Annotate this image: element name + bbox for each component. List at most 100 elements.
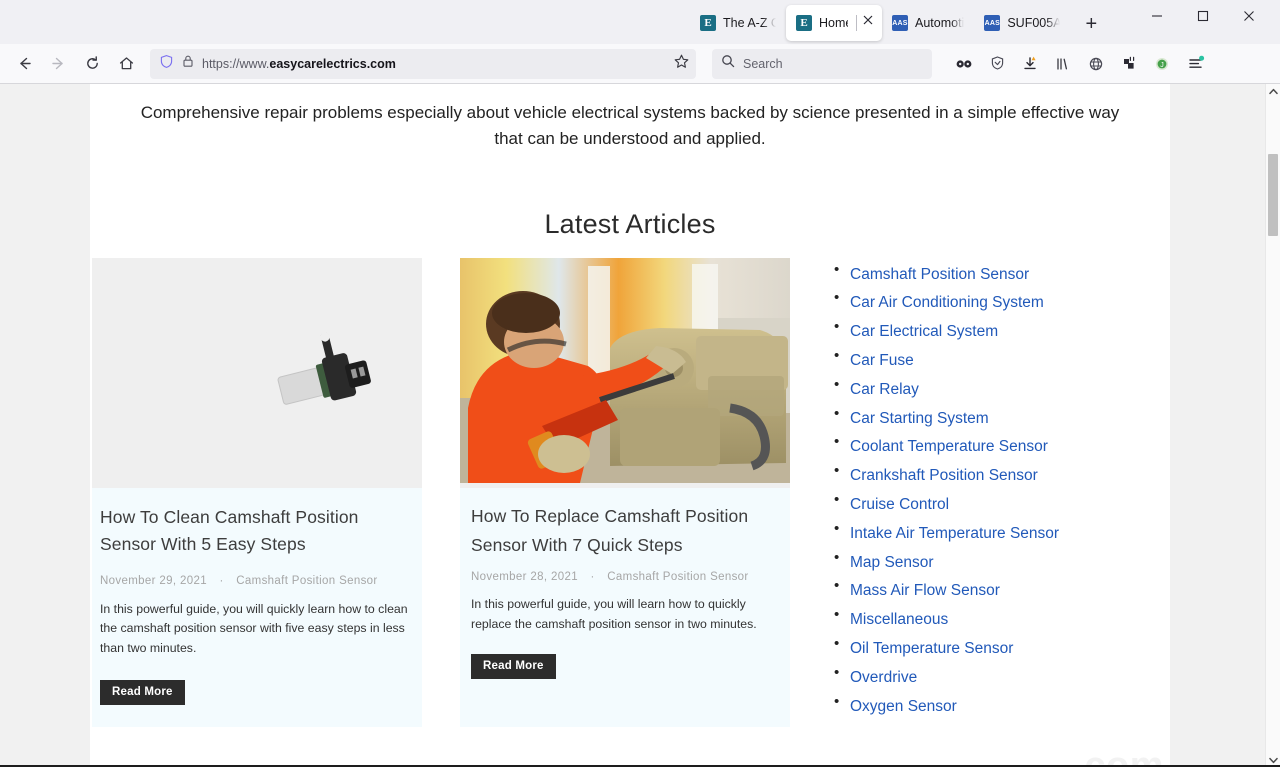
read-more-button[interactable]: Read More [471, 654, 556, 680]
article-card: How To Replace Camshaft Position Sensor … [460, 257, 790, 728]
svg-text:J: J [1160, 62, 1164, 69]
article-excerpt: In this powerful guide, you will learn h… [471, 597, 757, 631]
category-link[interactable]: Car Relay [850, 381, 919, 398]
tab-label: Automoti [915, 16, 965, 30]
page-viewport: Comprehensive repair problems especially… [0, 84, 1280, 767]
list-item: Car Electrical System [828, 318, 1128, 344]
article-body: How To Replace Camshaft Position Sensor … [460, 488, 790, 698]
meta-separator: · [219, 574, 224, 587]
articles-grid: How To Clean Camshaft Position Sensor Wi… [90, 240, 1170, 728]
shield-icon[interactable] [159, 54, 174, 74]
browser-window: E The A-Z C E Home | AAS Automoti AAS SU… [0, 0, 1280, 767]
category-link[interactable]: Overdrive [850, 669, 917, 686]
category-link[interactable]: Car Electrical System [850, 323, 998, 340]
tab-automotive[interactable]: AAS Automoti [882, 5, 974, 41]
category-list-items: Camshaft Position Sensor Car Air Conditi… [828, 261, 1128, 719]
search-icon [721, 54, 735, 73]
tab-suf005a0[interactable]: AAS SUF005A0 [974, 5, 1070, 41]
page-scroll-area: Comprehensive repair problems especially… [0, 84, 1265, 767]
list-item: Miscellaneous [828, 606, 1128, 632]
article-title[interactable]: How To Replace Camshaft Position Sensor … [471, 502, 780, 561]
category-link[interactable]: Crankshaft Position Sensor [850, 467, 1038, 484]
new-tab-button[interactable]: + [1076, 9, 1106, 39]
maximize-icon[interactable] [1180, 0, 1226, 32]
scroll-up-icon[interactable] [1266, 84, 1280, 98]
page-title: Latest Articles [544, 208, 716, 239]
shield-check-icon[interactable] [981, 49, 1013, 79]
tab-the-a-z-c[interactable]: E The A-Z C [690, 5, 786, 41]
close-icon[interactable] [1226, 0, 1272, 32]
lock-icon [181, 54, 195, 73]
url-bar[interactable]: https://www.easycarelectrics.com [150, 48, 696, 79]
category-link[interactable]: Miscellaneous [850, 611, 948, 628]
list-item: Overdrive [828, 664, 1128, 690]
back-arrow-icon[interactable] [8, 49, 40, 79]
category-link[interactable]: Map Sensor [850, 554, 934, 571]
reload-icon[interactable] [76, 49, 108, 79]
url-text[interactable]: https://www.easycarelectrics.com [202, 57, 666, 71]
article-date: November 29, 2021 [100, 574, 207, 587]
article-category[interactable]: Camshaft Position Sensor [607, 571, 748, 583]
globe-icon[interactable] [1080, 49, 1112, 79]
home-icon[interactable] [110, 49, 142, 79]
downloads-icon[interactable] [1014, 49, 1046, 79]
category-link[interactable]: Coolant Temperature Sensor [850, 438, 1048, 455]
article-thumbnail-mechanic-engine[interactable] [460, 257, 790, 488]
tab-home[interactable]: E Home | [786, 5, 882, 41]
tab-label: Home | [819, 16, 848, 30]
article-category[interactable]: Camshaft Position Sensor [236, 575, 377, 587]
account-icon[interactable]: J [1146, 49, 1178, 79]
list-item: Camshaft Position Sensor [828, 261, 1128, 287]
page-scrollbar[interactable] [1265, 84, 1280, 767]
article-meta: November 28, 2021 · Camshaft Position Se… [471, 571, 780, 583]
infinity-icon[interactable] [948, 49, 980, 79]
meta-separator: · [590, 571, 595, 584]
scrollbar-thumb[interactable] [1268, 154, 1278, 236]
category-link[interactable]: Intake Air Temperature Sensor [850, 525, 1059, 542]
toolbar-icons: J [948, 49, 1211, 79]
app-menu-icon[interactable] [1179, 49, 1211, 79]
list-item: Oil Temperature Sensor [828, 635, 1128, 661]
article-title[interactable]: How To Clean Camshaft Position Sensor Wi… [100, 504, 414, 559]
list-item: Oxygen Sensor [828, 693, 1128, 719]
article-excerpt: In this powerful guide, you will quickly… [100, 601, 408, 655]
search-input[interactable]: Search [743, 57, 783, 71]
forward-arrow-icon[interactable] [42, 49, 74, 79]
site-tagline: Comprehensive repair problems especially… [140, 103, 1120, 149]
category-link[interactable]: Oxygen Sensor [850, 698, 957, 715]
star-icon[interactable] [673, 53, 690, 75]
minimize-icon[interactable] [1134, 0, 1180, 32]
close-icon[interactable] [856, 15, 873, 31]
category-link[interactable]: Car Starting System [850, 410, 989, 427]
extensions-icon[interactable] [1113, 49, 1145, 79]
category-link[interactable]: Oil Temperature Sensor [850, 640, 1013, 657]
list-item: Coolant Temperature Sensor [828, 433, 1128, 459]
category-link[interactable]: Cruise Control [850, 496, 949, 513]
site-watermark: .com [1073, 745, 1164, 767]
tab-label: The A-Z C [723, 16, 776, 30]
letter-e-icon: E [700, 15, 716, 31]
category-link[interactable]: Car Air Conditioning System [850, 294, 1044, 311]
read-more-button[interactable]: Read More [100, 680, 185, 706]
search-bar[interactable]: Search [712, 48, 932, 79]
list-item: Intake Air Temperature Sensor [828, 520, 1128, 546]
category-link[interactable]: Camshaft Position Sensor [850, 266, 1029, 283]
aas-icon: AAS [892, 15, 908, 31]
list-item: Car Starting System [828, 405, 1128, 431]
tab-strip: E The A-Z C E Home | AAS Automoti AAS SU… [0, 0, 1280, 44]
list-item: Car Air Conditioning System [828, 289, 1128, 315]
article-thumbnail-camshaft-sensor[interactable] [92, 257, 422, 488]
list-item: Map Sensor [828, 549, 1128, 575]
library-icon[interactable] [1047, 49, 1079, 79]
navigation-toolbar: https://www.easycarelectrics.com Search [0, 44, 1280, 84]
category-list: Camshaft Position Sensor Car Air Conditi… [828, 258, 1128, 728]
aas-icon: AAS [984, 15, 1001, 31]
tab-label: SUF005A0 [1007, 16, 1061, 30]
category-link[interactable]: Mass Air Flow Sensor [850, 582, 1000, 599]
letter-e-icon: E [796, 15, 812, 31]
list-item: Car Fuse [828, 347, 1128, 373]
list-item: Crankshaft Position Sensor [828, 462, 1128, 488]
article-card: How To Clean Camshaft Position Sensor Wi… [92, 257, 422, 728]
website-content: Comprehensive repair problems especially… [90, 84, 1170, 767]
category-link[interactable]: Car Fuse [850, 352, 914, 369]
